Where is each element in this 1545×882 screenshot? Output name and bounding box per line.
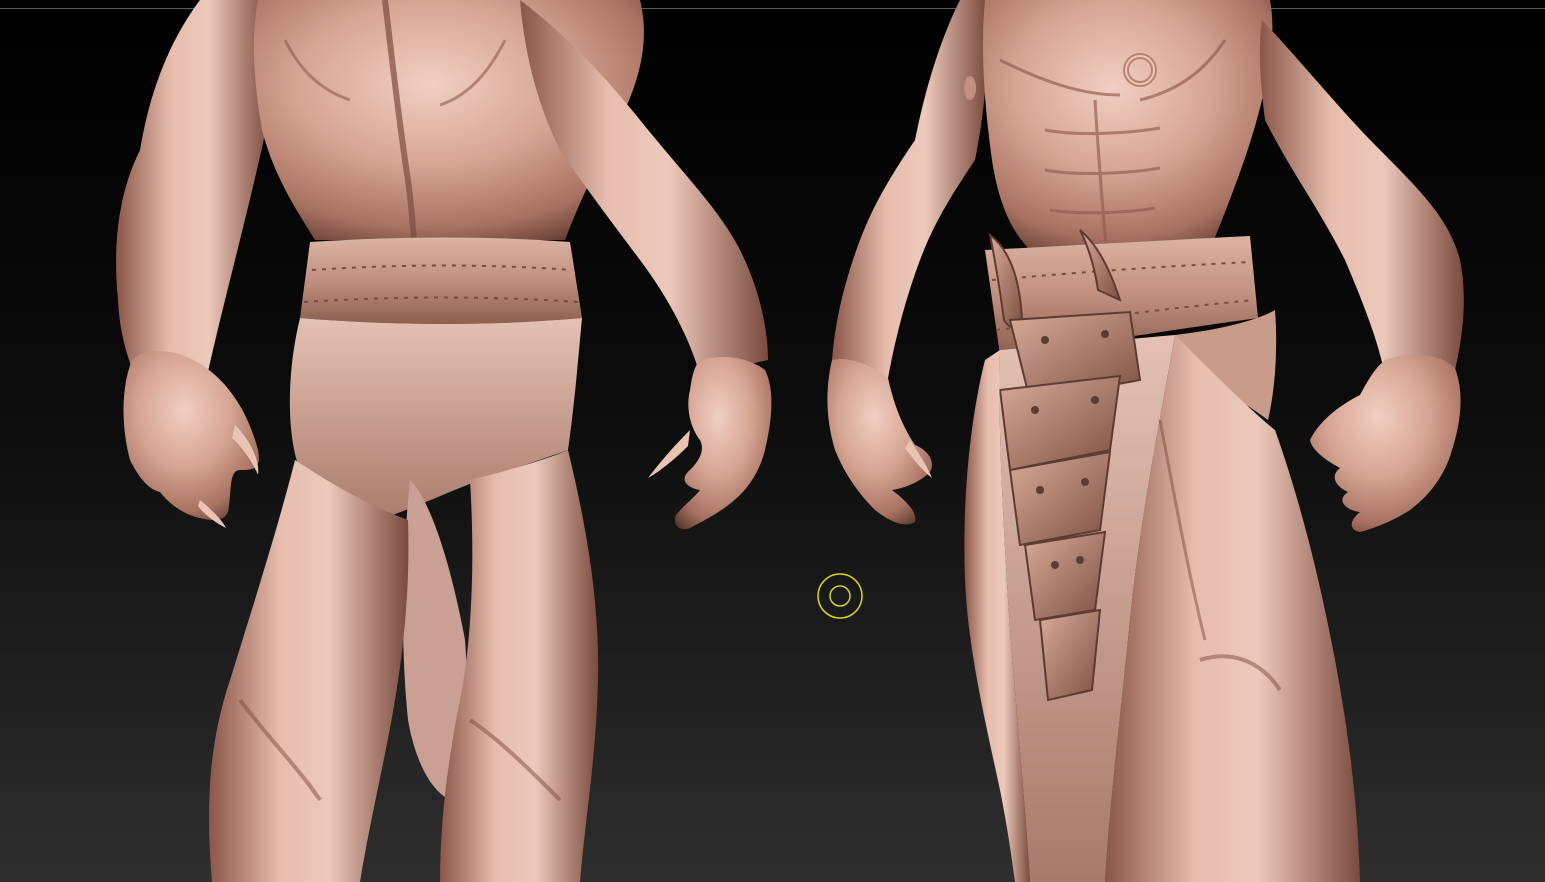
back-figure-left-arm — [116, 0, 271, 385]
brush-ring-icon[interactable] — [816, 572, 864, 620]
front-figure-left-arm — [832, 0, 987, 378]
sculpt-model[interactable] — [0, 0, 1545, 882]
front-figure-left-hand — [827, 359, 933, 525]
back-figure-belt — [300, 237, 582, 324]
front-figure-right-arm — [1259, 20, 1464, 375]
back-view-figure[interactable] — [116, 0, 772, 882]
document-viewport[interactable] — [0, 0, 1545, 882]
front-view-figure[interactable] — [827, 0, 1464, 882]
back-figure-claw — [648, 430, 690, 478]
front-figure-right-hand — [1310, 354, 1461, 532]
back-figure-left-leg — [209, 460, 409, 882]
back-figure-right-hand — [674, 357, 772, 530]
front-figure-earring — [964, 76, 976, 100]
